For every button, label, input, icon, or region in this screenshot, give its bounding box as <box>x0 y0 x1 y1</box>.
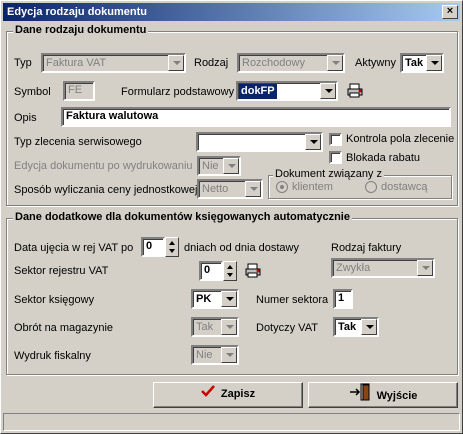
save-button[interactable]: Zapisz <box>153 382 303 408</box>
aktywny-value: Tak <box>405 57 424 69</box>
title-bar[interactable]: Edycja rodzaju dokumentu × <box>3 3 460 21</box>
aktywny-select[interactable]: Tak <box>400 53 444 73</box>
numer-sektora-field[interactable]: 1 <box>333 289 353 309</box>
opis-label: Opis <box>14 112 37 124</box>
wydruk-dropdown-arrow-icon <box>221 347 237 363</box>
rodzaj-value: Rozchodowy <box>242 57 305 69</box>
sektor-ksiegowy-label: Sektor księgowy <box>14 294 95 306</box>
sektor-vat-label: Sektor rejestru VAT <box>14 265 109 277</box>
sposob-value: Netto <box>202 183 229 195</box>
edycja-label: Edycja dokumentu po wydrukowaniu <box>14 160 193 172</box>
formularz-value: dokFP <box>239 84 277 99</box>
rodzaj-label: Rodzaj <box>194 57 229 69</box>
obrot-value: Tak <box>196 321 214 333</box>
data-ujecia-label: Data ujęcia w rej VAT po <box>14 242 134 254</box>
rodzaj-dropdown-arrow-icon <box>327 55 343 71</box>
formularz-label: Formularz podstawowy <box>121 86 235 98</box>
exit-door-icon <box>349 383 371 409</box>
wydruk-label: Wydruk fiskalny <box>14 350 91 362</box>
sektor-vat-spinner-icon[interactable] <box>223 261 237 281</box>
wydruk-select[interactable]: Nie <box>191 345 239 365</box>
sposob-select[interactable]: Netto <box>197 179 263 199</box>
opis-field[interactable]: Faktura walutowa <box>61 107 451 127</box>
rodzaj-faktury-select[interactable]: Zwykła <box>331 258 435 278</box>
window-title: Edycja rodzaju dokumentu <box>7 6 147 18</box>
edycja-select[interactable]: Nie <box>197 156 241 176</box>
aktywny-label: Aktywny <box>355 57 396 69</box>
close-button[interactable]: × <box>442 5 458 19</box>
dokument-zwiazany-title: Dokument związany z <box>273 168 384 180</box>
radio-klientem[interactable] <box>276 181 288 193</box>
sektor-ksiegowy-dropdown-arrow-icon[interactable] <box>221 291 237 307</box>
dotyczy-vat-dropdown-arrow-icon[interactable] <box>361 319 377 335</box>
wydruk-value: Nie <box>196 349 213 361</box>
rodzaj-faktury-label: Rodzaj faktury <box>331 242 402 254</box>
typ-select[interactable]: Faktura VAT <box>41 53 186 73</box>
obrot-dropdown-arrow-icon <box>221 319 237 335</box>
dotyczy-vat-label: Dotyczy VAT <box>256 322 318 334</box>
edycja-value: Nie <box>202 160 219 172</box>
sposob-dropdown-arrow-icon <box>245 181 261 197</box>
status-bar <box>3 413 460 431</box>
rodzaj-faktury-value: Zwykła <box>336 262 371 274</box>
checkmark-icon <box>200 383 215 405</box>
auto-data-group-title: Dane dodatkowe dla dokumentów księgowany… <box>13 211 352 223</box>
kontrola-label: Kontrola pola zlecenie <box>346 133 455 145</box>
formularz-select[interactable]: dokFP <box>236 81 338 101</box>
blokada-label: Blokada rabatu <box>346 152 420 164</box>
radio-dostawca-label: dostawcą <box>381 181 428 193</box>
sektor-ksiegowy-select[interactable]: PK <box>191 289 239 309</box>
typ-label: Typ <box>14 57 32 69</box>
typ-zlecenia-select[interactable] <box>196 132 323 152</box>
sposob-label: Sposób wyliczania ceny jednostkowej <box>14 184 198 196</box>
rodzaj-select[interactable]: Rozchodowy <box>237 53 345 73</box>
radio-klientem-label: klientem <box>292 181 333 193</box>
sektor-vat-printer-icon[interactable] <box>245 263 262 278</box>
dotyczy-vat-value: Tak <box>338 321 357 333</box>
typ-zlecenia-dropdown-arrow-icon[interactable] <box>305 134 321 150</box>
main-data-group-title: Dane rodzaju dokumentu <box>13 24 149 36</box>
obrot-select[interactable]: Tak <box>191 317 239 337</box>
edycja-dropdown-arrow-icon <box>223 158 239 174</box>
printer-icon[interactable] <box>347 83 364 98</box>
dniach-label: dniach od dnia dostawy <box>184 242 299 254</box>
sektor-ksiegowy-value: PK <box>196 293 212 305</box>
data-ujecia-field[interactable]: 0 <box>141 237 165 257</box>
symbol-field[interactable]: FE <box>63 81 95 101</box>
sektor-vat-field[interactable]: 0 <box>199 261 223 281</box>
typ-zlecenia-label: Typ zlecenia serwisowego <box>14 136 142 148</box>
dotyczy-vat-select[interactable]: Tak <box>333 317 379 337</box>
kontrola-checkbox[interactable] <box>329 133 342 146</box>
radio-dostawca[interactable] <box>365 181 377 193</box>
rodzaj-faktury-dropdown-arrow-icon <box>417 260 433 276</box>
symbol-label: Symbol <box>14 86 51 98</box>
exit-button-label: Wyjście <box>376 389 418 402</box>
aktywny-dropdown-arrow-icon[interactable] <box>426 55 442 71</box>
blokada-checkbox[interactable] <box>329 151 342 164</box>
formularz-dropdown-arrow-icon[interactable] <box>320 83 336 99</box>
exit-button[interactable]: Wyjście <box>308 382 458 408</box>
dialog-window: Edycja rodzaju dokumentu × Dane rodzaju … <box>0 0 463 434</box>
numer-sektora-label: Numer sektora <box>256 294 329 306</box>
typ-dropdown-arrow-icon <box>168 55 184 71</box>
obrot-label: Obrót na magazynie <box>14 322 114 334</box>
typ-value: Faktura VAT <box>46 57 107 69</box>
data-ujecia-spinner-icon[interactable] <box>165 237 179 257</box>
save-button-label: Zapisz <box>220 388 256 400</box>
